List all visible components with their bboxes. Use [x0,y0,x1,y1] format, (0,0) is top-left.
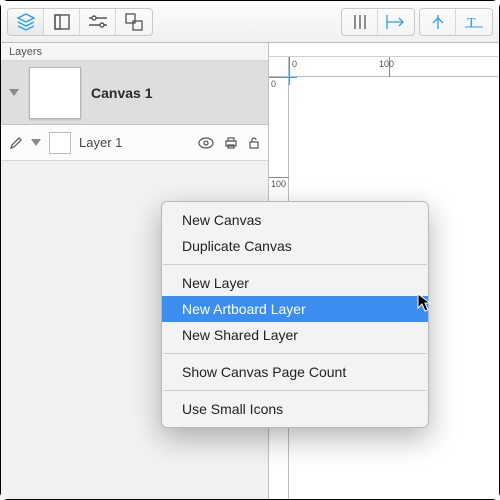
disclosure-triangle-icon[interactable] [31,139,41,146]
menu-show-canvas-page-count[interactable]: Show Canvas Page Count [162,359,428,385]
ruler-h-tick-0: 0 [292,59,297,69]
baseline-guide-button[interactable]: T [456,9,492,35]
outline-panel-tab[interactable] [116,9,152,35]
align-center-guide-button[interactable] [420,9,456,35]
layer-row[interactable]: Layer 1 [1,125,268,161]
canvas-mini-toolbar [269,43,499,57]
layer-name: Layer 1 [79,135,122,150]
disclosure-triangle-icon[interactable] [9,89,19,96]
canvas-thumbnail[interactable] [29,67,81,119]
layers-panel-tab[interactable] [8,9,44,35]
origin-marker-icon [289,77,299,87]
menu-separator [163,390,427,391]
panel-tabs [7,8,153,36]
artboard-panel-tab[interactable] [44,9,80,35]
lock-icon[interactable] [248,136,260,150]
menu-separator [163,264,427,265]
align-left-guide-button[interactable] [378,9,414,35]
guide-buttons [341,8,415,36]
sliders-panel-tab[interactable] [80,9,116,35]
ruler-v-tick-0: 0 [271,79,276,89]
menu-duplicate-canvas[interactable]: Duplicate Canvas [162,233,428,259]
svg-text:T: T [467,16,476,30]
menu-separator [163,353,427,354]
app-toolbar: T [1,1,499,43]
columns-guide-button[interactable] [342,9,378,35]
ruler-h-tick-100: 100 [379,59,394,69]
menu-new-artboard-layer[interactable]: New Artboard Layer [162,296,428,322]
ruler-v-tick-100: 100 [271,179,286,189]
menu-new-layer[interactable]: New Layer [162,270,428,296]
sidebar-title: Layers [1,43,268,61]
ruler-origin-corner[interactable] [269,57,289,77]
print-icon[interactable] [224,136,238,150]
layer-thumbnail[interactable] [49,132,71,154]
pencil-icon[interactable] [9,136,23,150]
guide-buttons-2: T [419,8,493,36]
context-menu: New Canvas Duplicate Canvas New Layer Ne… [161,201,429,428]
visibility-eye-icon[interactable] [198,137,214,149]
canvas-name: Canvas 1 [91,85,152,101]
menu-new-shared-layer[interactable]: New Shared Layer [162,322,428,348]
horizontal-ruler[interactable]: 0 100 [269,57,499,77]
menu-new-canvas[interactable]: New Canvas [162,207,428,233]
canvas-row[interactable]: Canvas 1 [1,61,268,125]
menu-use-small-icons[interactable]: Use Small Icons [162,396,428,422]
